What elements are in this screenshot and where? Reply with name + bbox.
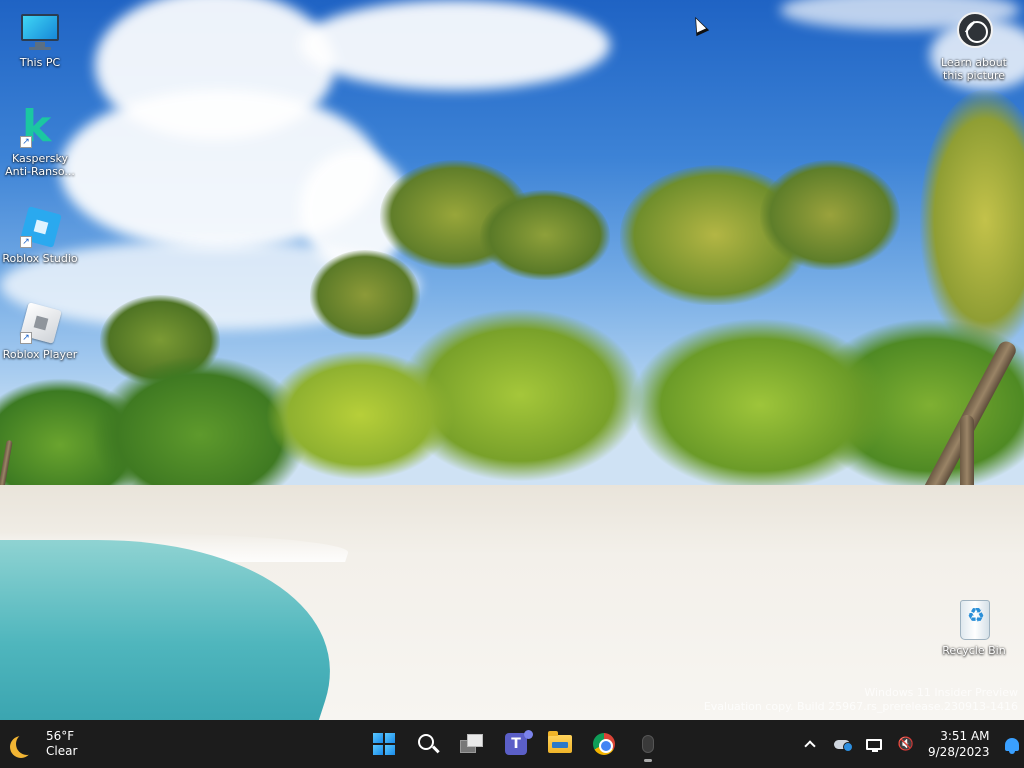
roblox-studio-icon: ↗ [18,206,62,250]
weather-temperature: 56°F [46,729,75,743]
mouse-app-button[interactable] [628,724,668,764]
watermark-line: Evaluation copy. Build 25967.rs_prerelea… [703,700,1018,713]
onedrive-button[interactable] [832,734,853,754]
desktop-icon-label: Roblox Player [2,348,78,361]
desktop-icon-label: This PC [19,56,61,69]
evaluation-watermark: Windows 11 Insider Preview Evaluation co… [704,686,1018,714]
network-monitor-icon [866,738,882,752]
start-button[interactable] [364,724,404,764]
moon-icon [16,733,38,755]
watermark-line: Windows 11 Insider Preview [864,686,1018,699]
desktop-icon-label: Kaspersky Anti-Ranso... [5,152,75,178]
desktop-icon-this-pc[interactable]: This PC [0,10,80,69]
network-button[interactable] [864,734,884,754]
folder-icon [548,731,572,753]
desktop-icon-learn-about-picture[interactable]: Learn about this picture [934,10,1014,82]
desktop-icon-kaspersky[interactable]: k ↗ Kaspersky Anti-Ranso... [0,101,80,179]
chevron-up-icon [804,740,816,752]
clock-button[interactable]: 3:51 AM 9/28/2023 [928,728,990,760]
desktop-icon-label: Learn about this picture [941,56,1007,82]
chrome-icon [593,733,615,755]
desktop-icon-recycle-bin[interactable]: ♻ Recycle Bin [934,598,1014,657]
taskbar: 56°F Clear T 🔇 3:51 AM 9/28/2023 [0,720,1024,768]
task-view-icon [460,734,484,754]
shortcut-arrow-icon: ↗ [20,136,32,148]
desktop-icon-label: Recycle Bin [942,644,1006,657]
mouse-cursor-icon [688,13,710,37]
desktop-icon-label: Roblox Studio [2,252,78,265]
shortcut-arrow-icon: ↗ [20,236,32,248]
weather-text: 56°F Clear [46,729,77,759]
taskbar-apps: T [364,724,668,764]
recycle-bin-icon: ♻ [952,598,996,642]
wallpaper-cloud [300,0,610,90]
roblox-player-icon: ↗ [18,302,62,346]
weather-condition: Clear [46,744,78,758]
notification-bell-icon [1004,737,1019,754]
windows-logo-icon [373,733,395,755]
volume-muted-icon: 🔇 [897,736,915,752]
desktop-icon-roblox-player[interactable]: ↗ Roblox Player [0,302,80,361]
onedrive-cloud-icon [834,739,853,752]
palm-canopy [760,160,900,270]
desktop-wallpaper: This PC k ↗ Kaspersky Anti-Ranso... ↗ Ro… [0,0,1024,720]
teams-icon: T [505,730,533,755]
kaspersky-icon: k ↗ [20,101,52,152]
task-view-button[interactable] [452,724,492,764]
system-tray: 🔇 3:51 AM 9/28/2023 [800,726,1022,762]
clock-time: 3:51 AM [940,729,990,743]
teams-button[interactable]: T [496,724,536,764]
clock-date: 9/28/2023 [928,745,990,759]
shortcut-arrow-icon: ↗ [20,332,32,344]
search-button[interactable] [408,724,448,764]
this-pc-icon [18,10,62,54]
learn-about-picture-icon [952,10,996,54]
weather-widget[interactable]: 56°F Clear [10,726,77,762]
mouse-icon [642,735,654,753]
chrome-button[interactable] [584,724,624,764]
volume-button[interactable]: 🔇 [896,734,916,754]
file-explorer-button[interactable] [540,724,580,764]
palm-canopy [480,190,610,280]
show-hidden-icons-button[interactable] [800,734,820,754]
search-icon [418,734,434,750]
desktop-icon-roblox-studio[interactable]: ↗ Roblox Studio [0,206,80,265]
notifications-button[interactable] [1002,734,1022,754]
